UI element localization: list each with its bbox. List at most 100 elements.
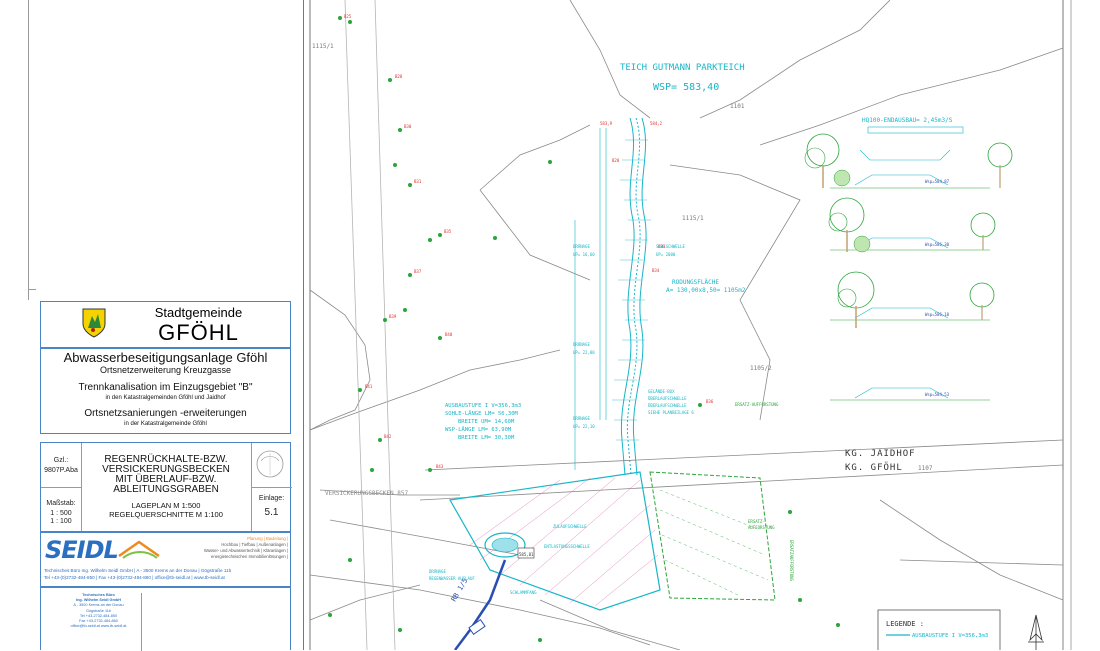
firm-service-line: energietechnischen Immobilienlösungen | [211, 554, 288, 559]
firm-logo: SEIDL [45, 536, 165, 566]
sheet-left-border [28, 0, 29, 300]
svg-text:DRÄNAGE: DRÄNAGE [429, 569, 446, 574]
svg-text:UP= 2000: UP= 2000 [656, 252, 676, 257]
svg-text:ENTLASTUNGSSCHWELLE: ENTLASTUNGSSCHWELLE [544, 544, 590, 549]
svg-text:B37: B37 [414, 269, 422, 274]
drawing-title-line: ABLEITUNGSGRABEN [113, 484, 219, 495]
svg-text:GELÄNDE-BOX: GELÄNDE-BOX [648, 389, 675, 394]
legend-item: AUSBAUSTUFE I V=356,3m3 [912, 633, 988, 639]
tree-icon [837, 271, 875, 328]
project-title: Abwasserbeseitigungsanlage Gföhl [63, 350, 268, 365]
parcel-label: 1115/1 [682, 215, 704, 222]
svg-text:AUFFORSTUNG: AUFFORSTUNG [748, 525, 775, 530]
section-wsp-label: Wsp=584,53 [925, 392, 950, 397]
svg-text:B42: B42 [384, 434, 392, 439]
svg-text:SOHLSCHWELLE: SOHLSCHWELLE [656, 244, 685, 249]
stamp-line: office@tb-seidl.at www.tb-seidl.at [70, 624, 127, 629]
section1-title: Trennkanalisation im Einzugsgebiet "B" [78, 382, 253, 393]
section2-subtitle: in der Katastralgemeinde Gföhl [124, 421, 207, 427]
svg-text:B28: B28 [395, 74, 403, 79]
svg-text:UP= 22,80: UP= 22,80 [573, 350, 595, 355]
legend-title: LEGENDE : [886, 620, 924, 628]
svg-text:B40: B40 [445, 332, 453, 337]
svg-text:DRÄNAGE: DRÄNAGE [573, 342, 590, 347]
svg-text:ERSATZ-AUFFORSTUNG: ERSATZ-AUFFORSTUNG [735, 402, 779, 407]
site-plan-drawing: 1115/1 1101 1115/1 1105/2 1107 KG. JAIDH… [309, 0, 1072, 650]
svg-text:B25: B25 [344, 14, 352, 19]
svg-text:REGENWASSER AUSLAUF: REGENWASSER AUSLAUF [429, 576, 475, 581]
gzl-label: Gzl.: [53, 457, 69, 464]
section-wsp-label: Wsp=586,10 [925, 312, 950, 317]
stage-text: BREITE LM= 30,30M [458, 435, 515, 441]
firm-contact: Tel +43-(0)2732-484-850 | Fax +43-(0)273… [44, 575, 225, 580]
svg-text:ÜBERLAUFSCHWELLE: ÜBERLAUFSCHWELLE [648, 396, 687, 401]
svg-text:ERSATZ-: ERSATZ- [748, 519, 765, 524]
municipal-shield-icon [82, 308, 106, 338]
firm-address: Technisches Büro Ing. Wilhelm Seidl GmbH… [44, 568, 232, 573]
section-wsp-label: Wsp=584,87 [925, 179, 950, 184]
project-subtitle: Ortsnetzerweiterung Kreuzgasse [99, 365, 232, 375]
svg-text:B30: B30 [404, 124, 412, 129]
svg-text:B39: B39 [389, 314, 397, 319]
infiltration-label: VERSICKERUNGSBECKEN 857 [325, 490, 408, 497]
boundary-label-south: KG. GFÖHL [845, 462, 903, 473]
scale-label: Maßstab: [46, 500, 76, 507]
stage-text: SOHLE-LÄNGE LM= 56,30M [445, 410, 519, 417]
svg-text:584,2: 584,2 [650, 121, 663, 126]
stage-text: WSP-LÄNGE LM= 63,90M [445, 426, 512, 433]
svg-text:B43: B43 [436, 464, 444, 469]
svg-text:B41: B41 [365, 384, 373, 389]
insert-value: 5.1 [264, 507, 279, 518]
scale-line-section: REGELQUERSCHNITTE M 1:100 [109, 510, 223, 519]
project-title-block: Stadtgemeinde GFÖHL Abwasserbeseitigungs… [40, 301, 291, 434]
svg-text:583,9: 583,9 [600, 121, 613, 126]
parcel-label: 1107 [918, 465, 933, 472]
stage-text: BREITE UM= 14,60M [458, 419, 515, 425]
svg-text:ZULAUFSCHWELLE: ZULAUFSCHWELLE [553, 524, 587, 529]
svg-text:DRÄNAGE: DRÄNAGE [573, 244, 590, 249]
svg-text:585,81: 585,81 [519, 552, 534, 557]
parcel-label: 1101 [730, 103, 745, 110]
svg-text:ÜBERLAUFSCHWELLE: ÜBERLAUFSCHWELLE [648, 403, 687, 408]
section2-title: Ortsnetzsanierungen -erweiterungen [84, 408, 247, 419]
clearing-value: A= 130,00x8,50= 1105m2 [666, 287, 746, 294]
insert-label: Einlage: [258, 495, 285, 502]
svg-text:B34: B34 [652, 268, 660, 273]
tree-icon [970, 212, 996, 250]
svg-text:UP= 16,60: UP= 16,60 [573, 252, 595, 257]
scale-value-plan: 1 : 500 [50, 510, 72, 517]
boundary-label-north: KG. JAIDHOF [845, 449, 916, 459]
svg-text:DRÄNAGE: DRÄNAGE [573, 416, 590, 421]
section1-subtitle: in den Katastralgemeinden Gföhl und Jaid… [105, 395, 226, 401]
svg-text:UP= 22,10: UP= 22,10 [573, 424, 595, 429]
municipality-label: Stadtgemeinde [154, 305, 243, 320]
compass-stamp-icon [256, 450, 284, 478]
firm-logo-text: SEIDL [45, 536, 119, 564]
svg-text:B36: B36 [706, 399, 714, 404]
drawing-title-block: Gzl.: 9807P.Aba Maßstab: 1 : 500 1 : 100… [40, 442, 292, 651]
svg-text:B35: B35 [444, 229, 452, 234]
north-arrow-icon [1028, 614, 1044, 650]
clearing-label: RODUNGSFLÄCHE [672, 279, 719, 286]
hq-label: HQ100-ENDAUSBAU= 2,45m3/S [862, 117, 953, 124]
svg-text:B28: B28 [612, 158, 620, 163]
tree-icon [804, 133, 851, 188]
tree-icon [969, 282, 995, 320]
parcel-label: 1115/1 [312, 43, 334, 50]
pond-level-label: WSP= 583,40 [653, 82, 719, 93]
scale-line-plan: LAGEPLAN M 1:500 [131, 501, 201, 510]
svg-text:ERSATZAUFFORSTUNG: ERSATZAUFFORSTUNG [789, 540, 794, 582]
svg-text:SCHLAMMFANG: SCHLAMMFANG [510, 590, 537, 595]
sheet-tick-mark [28, 289, 36, 290]
scale-value-section: 1 : 100 [50, 518, 72, 525]
svg-text:B31: B31 [414, 179, 422, 184]
tree-icon [828, 197, 871, 253]
parcel-label: 1105/2 [750, 365, 772, 372]
gzl-value: 9807P.Aba [44, 467, 78, 474]
pond-label: TEICH GUTMANN PARKTEICH [620, 63, 745, 73]
svg-text:SIEHE PLANBEILAGE 6: SIEHE PLANBEILAGE 6 [648, 410, 694, 415]
section-wsp-label: Wsp=586,30 [925, 242, 950, 247]
tree-icon [987, 142, 1013, 188]
municipality-name: GFÖHL [158, 320, 239, 345]
stage-text: AUSBAUSTUFE I V=356,3m3 [445, 403, 521, 409]
